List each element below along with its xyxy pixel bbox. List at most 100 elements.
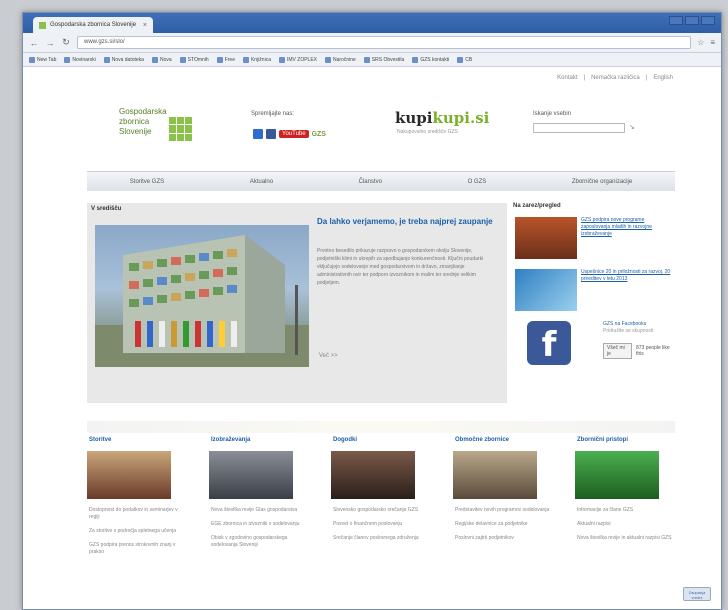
- minimize-button[interactable]: [669, 16, 683, 25]
- site-logo[interactable]: Gospodarska zbornica Slovenije: [119, 107, 167, 137]
- column-item[interactable]: Regijske delavnice za podjetnike: [453, 521, 553, 528]
- nav-item[interactable]: Članstvo: [359, 179, 382, 185]
- bookmark[interactable]: Naročnine: [325, 56, 356, 63]
- fb-like-count: 873 people like this: [636, 345, 670, 357]
- close-tab-icon[interactable]: ×: [143, 22, 147, 29]
- favicon-icon: [39, 21, 46, 29]
- bookmark[interactable]: CB: [457, 56, 472, 63]
- news-thumbnail: [515, 217, 577, 259]
- facebook-icon[interactable]: [266, 129, 276, 139]
- column-item[interactable]: Obisk v zgodovino gospodarskega sodelova…: [209, 535, 309, 549]
- browser-titlebar: Gospodarska zbornica Slovenije ×: [23, 13, 721, 33]
- search-label: Iskanje vsebin: [533, 111, 572, 117]
- featured-body: Prvotno besedilo prikazuje razpravo o go…: [317, 248, 484, 286]
- nav-item[interactable]: Zbornične organizacije: [572, 179, 632, 185]
- column-item[interactable]: Informacije za člane GZS: [575, 507, 675, 514]
- column-title[interactable]: Dogodki: [331, 437, 431, 443]
- browser-tab[interactable]: Gospodarska zbornica Slovenije ×: [33, 17, 153, 33]
- star-icon[interactable]: ☆: [697, 38, 704, 47]
- column-thumbnail[interactable]: [575, 451, 659, 499]
- back-icon[interactable]: ←: [29, 38, 39, 48]
- column-thumbnail[interactable]: [453, 451, 537, 499]
- column-thumbnail[interactable]: [209, 451, 293, 499]
- right-news-item[interactable]: Uspešnice 20 in priložnosti za razvoj. 2…: [515, 269, 675, 311]
- column-item[interactable]: Aktualni razpisi: [575, 521, 675, 528]
- facebook-box[interactable]: f GZS na Facebooku Pridružite se skupnost…: [515, 321, 675, 365]
- main-nav: Storitve GZS Aktualno Članstvo O GZS Zbo…: [87, 171, 675, 191]
- column-title[interactable]: Izobraževanja: [209, 437, 309, 443]
- column-item[interactable]: Slovensko gospodarsko srečanje GZS: [331, 507, 431, 514]
- web-page: Kontakt | Nemačka različica | English Gosp…: [23, 67, 721, 609]
- news-thumbnail: [515, 269, 577, 311]
- column-item[interactable]: Srečanje članov poslovnega združenja: [331, 535, 431, 542]
- column-title[interactable]: Zbornični pristopi: [575, 437, 675, 443]
- social-label: Spremljajte nas:: [251, 111, 295, 117]
- bookmark[interactable]: GZS kontakti: [412, 56, 449, 63]
- column-thumbnail[interactable]: [87, 451, 171, 499]
- nav-item[interactable]: Aktualno: [250, 179, 273, 185]
- column-item[interactable]: Nova številka revije Glas gospodarstva: [209, 507, 309, 514]
- youtube-icon[interactable]: YouTube: [279, 130, 309, 138]
- close-window-button[interactable]: [701, 16, 715, 25]
- wrench-icon[interactable]: ≡: [710, 38, 715, 47]
- bookmark[interactable]: Novinarski: [64, 56, 96, 63]
- column-item[interactable]: Nova številka revije in aktualni razpisi…: [575, 535, 675, 542]
- kupikupi-logo[interactable]: kupikupi.si: [395, 109, 489, 127]
- bookmark[interactable]: Nova datoteka: [103, 56, 144, 63]
- fb-like-button[interactable]: Všeč mi je: [603, 343, 632, 359]
- forward-icon[interactable]: →: [45, 38, 55, 48]
- logo-mark-icon: [169, 117, 193, 141]
- column-item[interactable]: EGE zbornica in izvozniki v sodelovanju: [209, 521, 309, 528]
- facebook-logo-icon: f: [527, 321, 571, 365]
- linkedin-icon[interactable]: [253, 129, 263, 139]
- window-controls: [669, 16, 715, 25]
- top-link[interactable]: Kontakt: [557, 75, 577, 81]
- banner-strip: [87, 421, 675, 433]
- column-title[interactable]: Storitve: [87, 437, 187, 443]
- reload-icon[interactable]: ↻: [61, 37, 71, 48]
- column-item[interactable]: Posvet o finančnem poslovanju: [331, 521, 431, 528]
- featured-title: V središču: [91, 206, 122, 212]
- browser-window: Gospodarska zbornica Slovenije × ← → ↻ w…: [22, 12, 722, 610]
- maximize-button[interactable]: [685, 16, 699, 25]
- nav-item[interactable]: Storitve GZS: [130, 179, 164, 185]
- search-input[interactable]: [533, 123, 625, 133]
- column-thumbnail[interactable]: [331, 451, 415, 499]
- content-column: Dogodki Slovensko gospodarsko srečanje G…: [331, 437, 431, 563]
- bookmark[interactable]: Free: [216, 56, 235, 63]
- top-links: Kontakt | Nemačka različica | English: [557, 75, 673, 81]
- right-section-title: Na zarez/pregled: [513, 203, 561, 209]
- column-title[interactable]: Območne zbornice: [453, 437, 553, 443]
- browser-toolbar: ← → ↻ www.gzs.si/slo/ ☆ ≡: [23, 33, 721, 53]
- column-item[interactable]: Za storitve s področja spletnega učenja: [87, 528, 187, 535]
- gzs-icon[interactable]: GZS: [312, 131, 326, 138]
- nav-item[interactable]: O GZS: [468, 179, 487, 185]
- column-item[interactable]: Poslovni zajtrk podjetnikov: [453, 535, 553, 542]
- content-column: Izobraževanja Nova številka revije Glas …: [209, 437, 309, 563]
- right-news-item[interactable]: GZS podpira nove programe zaposlovanja m…: [515, 217, 675, 259]
- bookmarks-bar: New Tab Novinarski Nova datoteka Nova ST…: [23, 53, 721, 67]
- top-link[interactable]: English: [653, 75, 673, 81]
- bookmark[interactable]: SRS Obvestila: [363, 56, 404, 63]
- trust-badge[interactable]: Zaupanja vredni: [683, 587, 711, 601]
- tab-title: Gospodarska zbornica Slovenije: [50, 22, 137, 28]
- bookmark[interactable]: Knjižnica: [242, 56, 271, 63]
- content-column: Zbornični pristopi Informacije za člane …: [575, 437, 675, 563]
- bookmark[interactable]: New Tab: [29, 56, 56, 63]
- column-item[interactable]: Dostopnost do podatkov in seminarjev v r…: [87, 507, 187, 521]
- featured-headline[interactable]: Da lahko verjamemo, je treba najprej zau…: [317, 217, 497, 227]
- column-item[interactable]: GZS podpira prenos strokovnih znanj v pr…: [87, 542, 187, 556]
- bookmark[interactable]: STOmnih: [179, 56, 209, 63]
- featured-section: V središču Da lahko verjamemo, je treba …: [87, 203, 507, 403]
- bookmark[interactable]: Nova: [151, 56, 172, 63]
- fb-title[interactable]: GZS na Facebooku: [603, 321, 673, 328]
- column-item[interactable]: Predstavitev novih programov sodelovanja: [453, 507, 553, 514]
- featured-image[interactable]: [95, 225, 309, 367]
- featured-more-link[interactable]: Več >>: [319, 353, 338, 359]
- right-column: Na zarez/pregled GZS podpira nove progra…: [511, 203, 675, 365]
- content-column: Območne zbornice Predstavitev novih prog…: [453, 437, 553, 563]
- address-bar[interactable]: www.gzs.si/slo/: [77, 36, 692, 49]
- search-icon[interactable]: ↘: [629, 123, 635, 131]
- bookmark[interactable]: IMV ZOPLEX: [278, 56, 317, 63]
- top-link[interactable]: Nemačka različica: [591, 75, 640, 81]
